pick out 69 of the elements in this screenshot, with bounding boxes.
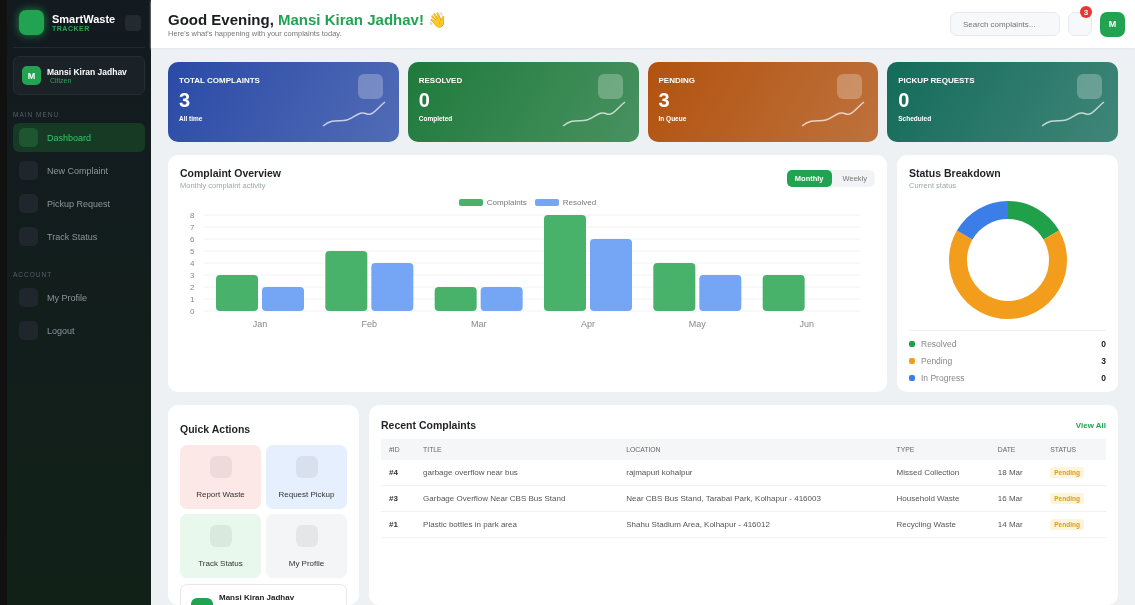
card-title: Complaint Overview (180, 167, 281, 179)
stat-value: 3 (658, 89, 671, 111)
table-cell: #1 (381, 511, 416, 538)
axis-tick: 5 (190, 247, 195, 256)
table-cell: Plastic bottles in park area (415, 511, 619, 538)
nav-item[interactable]: New Complaint (13, 156, 145, 185)
table-cell: Household Waste (888, 485, 990, 512)
axis-tick: 0 (190, 307, 195, 316)
table-cell: Near CBS Bus Stand, Tarabai Park, Kolhapur - 416003 (618, 485, 889, 512)
axis-tick: 8 (190, 211, 195, 220)
card-title: Recent Complaints (381, 419, 477, 431)
table-cell: #3 (381, 485, 416, 512)
axis-tick: 6 (190, 235, 195, 244)
search-field[interactable]: Search complaints... (950, 12, 1060, 36)
axis-label: Mar (470, 319, 487, 329)
greeting-title: Good Evening, Mansi Kiran Jadhav! 👋 (168, 10, 448, 29)
axis-tick: 3 (190, 271, 195, 280)
status-label: Pending (921, 356, 954, 366)
table-cell: 16 Mar (989, 485, 1043, 512)
quick-action-tile[interactable]: Request Pickup (266, 445, 347, 509)
notification-badge: 3 (1080, 6, 1092, 18)
quick-action-tile[interactable]: Report Waste (180, 445, 261, 509)
table-cell: #4 (381, 460, 416, 486)
stat-value: 0 (418, 89, 431, 111)
table-cell: garbage overflow near bus (415, 460, 619, 486)
stat-label: TOTAL COMPLAINTS (179, 76, 261, 85)
status-label: Resolved (921, 339, 958, 349)
quick-action-tile[interactable]: Track Status (180, 514, 261, 578)
card-title: Quick Actions (180, 423, 251, 435)
nav-item[interactable]: My Profile (13, 283, 145, 312)
axis-label: Jun (799, 319, 814, 329)
axis-label: Feb (361, 319, 378, 329)
view-all-link[interactable]: View All (1075, 420, 1106, 430)
stat-value: 0 (898, 89, 911, 111)
table-cell: Recycling Waste (888, 511, 990, 538)
table-cell: 14 Mar (989, 511, 1043, 538)
axis-tick: 1 (190, 295, 195, 304)
table-cell: rajmapuri kohalpur (618, 460, 889, 486)
legend-label: Resolved (562, 198, 597, 207)
legend-label: Complaints (486, 198, 527, 207)
profile-name: Mansi Kiran Jadhav (219, 593, 295, 602)
nav-item[interactable]: Logout (13, 316, 145, 345)
table-cell: Missed Collection (888, 460, 990, 486)
user-avatar: M (22, 66, 41, 85)
nav-item[interactable]: Pickup Request (13, 189, 145, 218)
axis-label: Apr (581, 319, 595, 329)
status-label: In Progress (921, 373, 966, 383)
axis-label: Jan (252, 319, 268, 329)
table-cell: Shahu Stadium Area, Kolhapur - 416012 (618, 511, 889, 538)
axis-tick: 4 (190, 259, 195, 268)
stat-label: RESOLVED (418, 76, 464, 85)
brand-name: SmartWaste (52, 13, 117, 25)
axis-label: May (688, 319, 706, 329)
stat-label: PENDING (658, 76, 696, 85)
status-count: 0 (1101, 373, 1106, 383)
stat-label: PICKUP REQUESTS (898, 76, 976, 85)
axis-tick: 7 (190, 223, 195, 232)
avatar-button[interactable]: M (1100, 11, 1125, 37)
table-cell: Garbage Overflow Near CBS Bus Stand (415, 485, 619, 512)
nav-item[interactable]: Track Status (13, 222, 145, 251)
nav-item[interactable]: Dashboard (13, 123, 145, 152)
stat-value: 3 (179, 89, 192, 111)
quick-action-tile[interactable]: My Profile (266, 514, 347, 578)
status-count: 0 (1101, 339, 1106, 349)
status-count: 3 (1101, 356, 1106, 366)
user-name: Mansi Kiran Jadhav (47, 67, 127, 77)
axis-tick: 2 (190, 283, 195, 292)
table-cell: 18 Mar (989, 460, 1043, 486)
card-title: Status Breakdown (909, 167, 1002, 179)
